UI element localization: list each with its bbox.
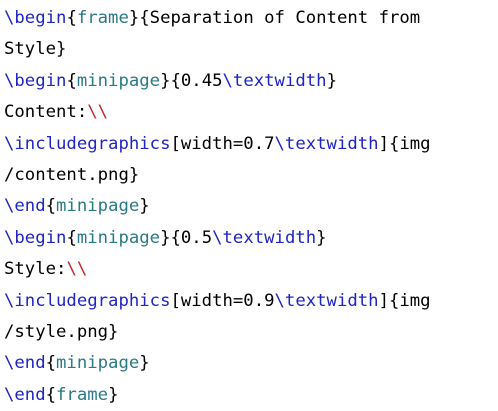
- line-break-token: \\: [87, 102, 109, 123]
- code-line[interactable]: /style.png}: [4, 317, 494, 348]
- text-token: /style.png}: [4, 321, 119, 342]
- code-line[interactable]: Content:\\: [4, 97, 494, 128]
- text-token: [width=0.9: [170, 290, 275, 311]
- text-token: {: [66, 70, 77, 91]
- code-line[interactable]: \begin{minipage}{0.45\textwidth}: [4, 66, 494, 97]
- latex-command-token: \includegraphics: [4, 133, 171, 154]
- text-token: }{0.45: [160, 70, 223, 91]
- latex-command-token: \begin: [4, 70, 67, 91]
- text-token: Content:: [4, 102, 88, 123]
- text-token: }{Separation of Content from: [128, 8, 421, 28]
- code-line[interactable]: \end{frame}: [4, 380, 494, 411]
- latex-command-token: \end: [4, 196, 46, 217]
- latex-command-token: \includegraphics: [4, 290, 171, 311]
- latex-command-token: \end: [4, 353, 46, 374]
- code-line[interactable]: \end{minipage}: [4, 348, 494, 379]
- text-token: {: [45, 384, 57, 405]
- code-text-area[interactable]: \begin{frame}{Separation of Content from…: [4, 3, 494, 411]
- text-token: }: [316, 227, 327, 248]
- text-token: }: [139, 196, 150, 217]
- environment-name-token: frame: [76, 8, 129, 28]
- latex-command-token: \begin: [4, 227, 67, 248]
- latex-command-token: \textwidth: [274, 133, 379, 154]
- text-token: {: [45, 353, 57, 374]
- code-line[interactable]: \begin{minipage}{0.5\textwidth}: [4, 223, 494, 254]
- code-line[interactable]: \includegraphics[width=0.9\textwidth]{im…: [4, 286, 494, 317]
- text-token: Style}: [4, 39, 67, 60]
- code-line[interactable]: /content.png}: [4, 160, 494, 191]
- text-token: }{0.5: [160, 227, 213, 248]
- code-line[interactable]: \begin{frame}{Separation of Content from: [4, 3, 494, 34]
- text-token: Style:: [4, 259, 67, 280]
- environment-name-token: minipage: [76, 70, 161, 91]
- code-line[interactable]: Style}: [4, 34, 494, 65]
- code-line[interactable]: \includegraphics[width=0.7\textwidth]{im…: [4, 129, 494, 160]
- latex-command-token: \end: [4, 384, 46, 405]
- code-line[interactable]: \end{minipage}: [4, 191, 494, 222]
- text-token: ]{img: [378, 133, 431, 154]
- line-break-token: \\: [66, 259, 88, 280]
- code-line[interactable]: Style:\\: [4, 254, 494, 285]
- text-token: }: [139, 353, 150, 374]
- text-token: [width=0.7: [170, 133, 275, 154]
- text-token: {: [45, 196, 57, 217]
- latex-command-token: \textwidth: [274, 290, 379, 311]
- text-token: }: [108, 384, 119, 405]
- environment-name-token: frame: [56, 384, 109, 405]
- environment-name-token: minipage: [76, 227, 161, 248]
- text-token: {: [66, 227, 77, 248]
- latex-command-token: \begin: [4, 8, 67, 28]
- text-token: /content.png}: [4, 164, 140, 185]
- latex-command-token: \textwidth: [212, 227, 317, 248]
- text-token: {: [66, 8, 77, 28]
- text-token: ]{img: [378, 290, 431, 311]
- environment-name-token: minipage: [56, 196, 140, 217]
- code-editor[interactable]: \begin{frame}{Separation of Content from…: [0, 0, 498, 411]
- latex-command-token: \textwidth: [222, 70, 327, 91]
- environment-name-token: minipage: [56, 353, 140, 374]
- text-token: }: [326, 70, 337, 91]
